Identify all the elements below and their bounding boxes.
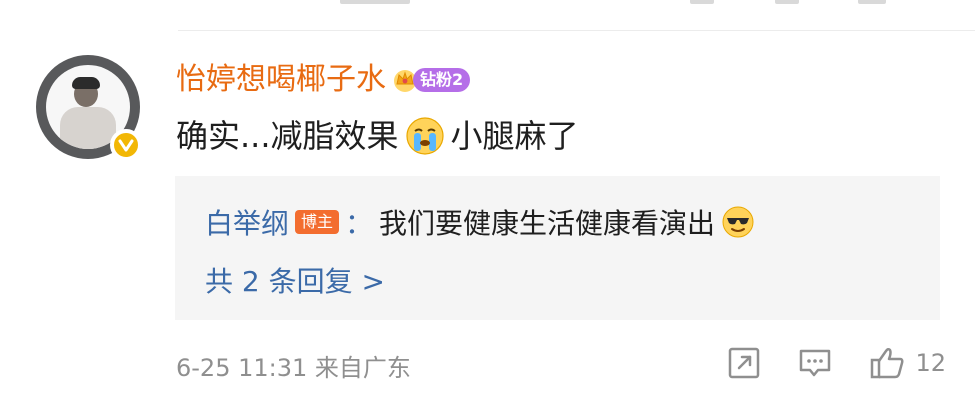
verified-badge-icon xyxy=(110,129,142,161)
sunglasses-emoji-icon xyxy=(722,206,754,238)
comment-meta: 6-25 11:31 来自广东 xyxy=(176,348,411,383)
reply-line: 白举纲 博主 ： 我们要健康生活健康看演出 xyxy=(205,202,755,242)
comment-text-part2: 小腿麻了 xyxy=(450,117,579,155)
comment-username[interactable]: 怡婷想喝椰子水 xyxy=(176,65,386,95)
previous-comment-text-fragment xyxy=(340,0,410,4)
like-count: 12 xyxy=(915,349,946,377)
share-button[interactable] xyxy=(727,346,761,380)
comment-body: 确实...减脂效果 小腿麻了 xyxy=(176,112,579,160)
checkmark-icon xyxy=(118,139,134,152)
comment-actions: 12 xyxy=(727,340,946,386)
previous-share-icon-fragment xyxy=(690,0,714,4)
share-icon xyxy=(729,347,760,379)
fan-level-badge[interactable]: 钻粉2 xyxy=(392,65,471,95)
previous-comment-footer-fragment xyxy=(0,0,975,30)
like-button[interactable]: 12 xyxy=(869,345,946,381)
avatar-hair-shape xyxy=(72,77,100,89)
comment-text-part1: 确实...减脂效果 xyxy=(176,117,399,155)
avatar-body-shape xyxy=(60,107,116,149)
crying-emoji-icon xyxy=(405,117,444,155)
comment-timestamp: 6-25 11:31 xyxy=(176,354,308,382)
comment-header: 怡婷想喝椰子水 钻粉2 xyxy=(176,58,471,102)
reply-preview-box[interactable]: 白举纲 博主 ： 我们要健康生活健康看演出 共 2 条回复 > xyxy=(175,176,940,320)
comment-divider xyxy=(178,30,975,31)
blogger-badge: 博主 xyxy=(295,210,340,234)
reply-button[interactable] xyxy=(797,346,833,380)
comment-footer: 6-25 11:31 来自广东 12 xyxy=(176,340,946,386)
thumbs-up-icon xyxy=(871,347,904,379)
reply-separator: ： xyxy=(345,207,374,240)
previous-like-icon-fragment xyxy=(858,0,886,4)
user-avatar[interactable] xyxy=(36,55,142,161)
previous-reply-icon-fragment xyxy=(775,0,799,4)
reply-text: 我们要健康生活健康看演出 xyxy=(379,207,716,240)
reply-author-name[interactable]: 白举纲 xyxy=(205,202,289,242)
comment-source: 来自广东 xyxy=(314,354,411,382)
fan-badge-label: 钻粉2 xyxy=(413,68,471,92)
view-replies-link[interactable]: 共 2 条回复 > xyxy=(205,260,385,300)
comment-bubble-icon xyxy=(800,349,831,377)
